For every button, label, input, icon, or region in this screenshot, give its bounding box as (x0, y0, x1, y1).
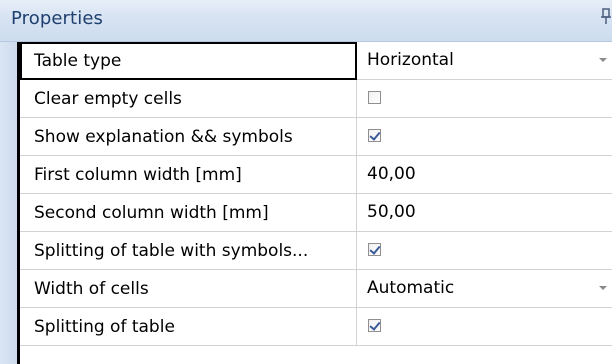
property-name-cell[interactable]: First column width [mm] (20, 156, 357, 194)
show-explanation-checkbox[interactable] (368, 129, 381, 142)
property-row-width-of-cells[interactable]: Width of cells Automatic (20, 270, 612, 308)
splitting-with-symbols-checkbox[interactable] (368, 243, 381, 256)
property-row-splitting-of-table[interactable]: Splitting of table (20, 308, 612, 346)
chevron-down-icon[interactable] (599, 58, 607, 62)
property-value-cell (357, 80, 612, 118)
property-value-cell (357, 118, 612, 156)
property-label: First column width [mm] (34, 165, 242, 185)
field-value: 50,00 (367, 202, 416, 222)
property-row-table-type[interactable]: Table type Horizontal (20, 42, 612, 80)
width-of-cells-dropdown[interactable]: Automatic (357, 270, 612, 308)
property-grid: Table type Horizontal Clear empty cells … (17, 42, 612, 364)
property-name-cell[interactable]: Width of cells (20, 270, 357, 308)
panel-title: Properties (11, 8, 103, 29)
first-column-width-field[interactable]: 40,00 (357, 156, 612, 194)
property-name-cell[interactable]: Splitting of table with symbols... (20, 232, 357, 270)
property-name-cell[interactable]: Second column width [mm] (20, 194, 357, 232)
dropdown-value: Horizontal (367, 50, 454, 70)
second-column-width-field[interactable]: 50,00 (357, 194, 612, 232)
chevron-down-icon[interactable] (599, 286, 607, 290)
properties-panel: Properties Table type Horizontal Clear e… (0, 0, 612, 364)
property-value-cell (357, 308, 612, 346)
property-label: Clear empty cells (34, 89, 182, 109)
property-label: Show explanation && symbols (34, 127, 293, 147)
property-row-show-explanation[interactable]: Show explanation && symbols (20, 118, 612, 156)
property-name-cell[interactable]: Show explanation && symbols (20, 118, 357, 156)
property-label: Splitting of table (34, 317, 175, 337)
pin-icon[interactable] (598, 7, 612, 29)
field-value: 40,00 (367, 164, 416, 184)
grid-left-rail (0, 42, 17, 364)
splitting-of-table-checkbox[interactable] (368, 319, 381, 332)
property-label: Table type (34, 51, 122, 71)
property-name-cell[interactable]: Clear empty cells (20, 80, 357, 118)
property-value-cell (357, 232, 612, 270)
property-name-cell[interactable]: Table type (20, 42, 357, 80)
property-label: Splitting of table with symbols... (34, 241, 309, 261)
property-label: Second column width [mm] (34, 203, 269, 223)
panel-titlebar: Properties (0, 0, 612, 42)
property-row-clear-empty-cells[interactable]: Clear empty cells (20, 80, 612, 118)
property-grid-area: Table type Horizontal Clear empty cells … (0, 42, 612, 364)
table-type-dropdown[interactable]: Horizontal (357, 42, 612, 80)
property-row-second-column-width[interactable]: Second column width [mm] 50,00 (20, 194, 612, 232)
clear-empty-cells-checkbox[interactable] (368, 91, 381, 104)
property-name-cell[interactable]: Splitting of table (20, 308, 357, 346)
property-label: Width of cells (34, 279, 149, 299)
property-row-splitting-with-symbols[interactable]: Splitting of table with symbols... (20, 232, 612, 270)
dropdown-value: Automatic (367, 278, 455, 298)
property-row-first-column-width[interactable]: First column width [mm] 40,00 (20, 156, 612, 194)
